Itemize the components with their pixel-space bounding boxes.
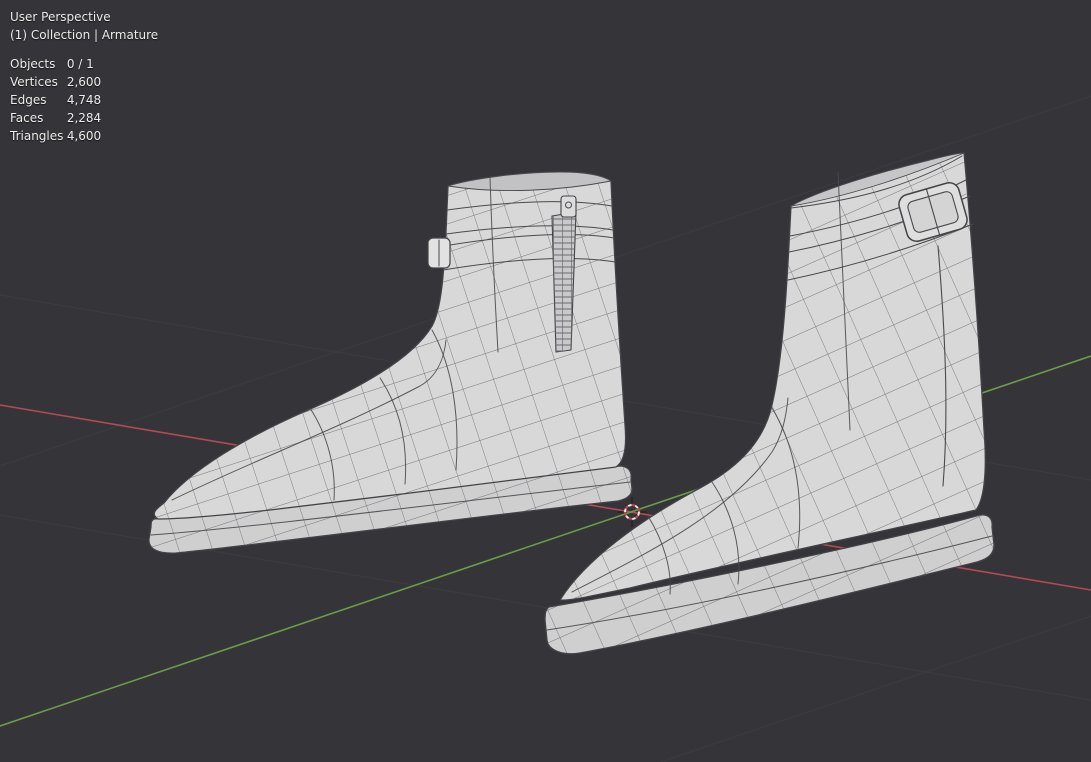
viewport-3d[interactable]: User Perspective (1) Collection | Armatu… <box>0 0 1091 762</box>
scene-svg <box>0 0 1091 762</box>
boot-left-buckle <box>428 238 450 268</box>
boot-left-zipper-pull <box>561 196 576 217</box>
